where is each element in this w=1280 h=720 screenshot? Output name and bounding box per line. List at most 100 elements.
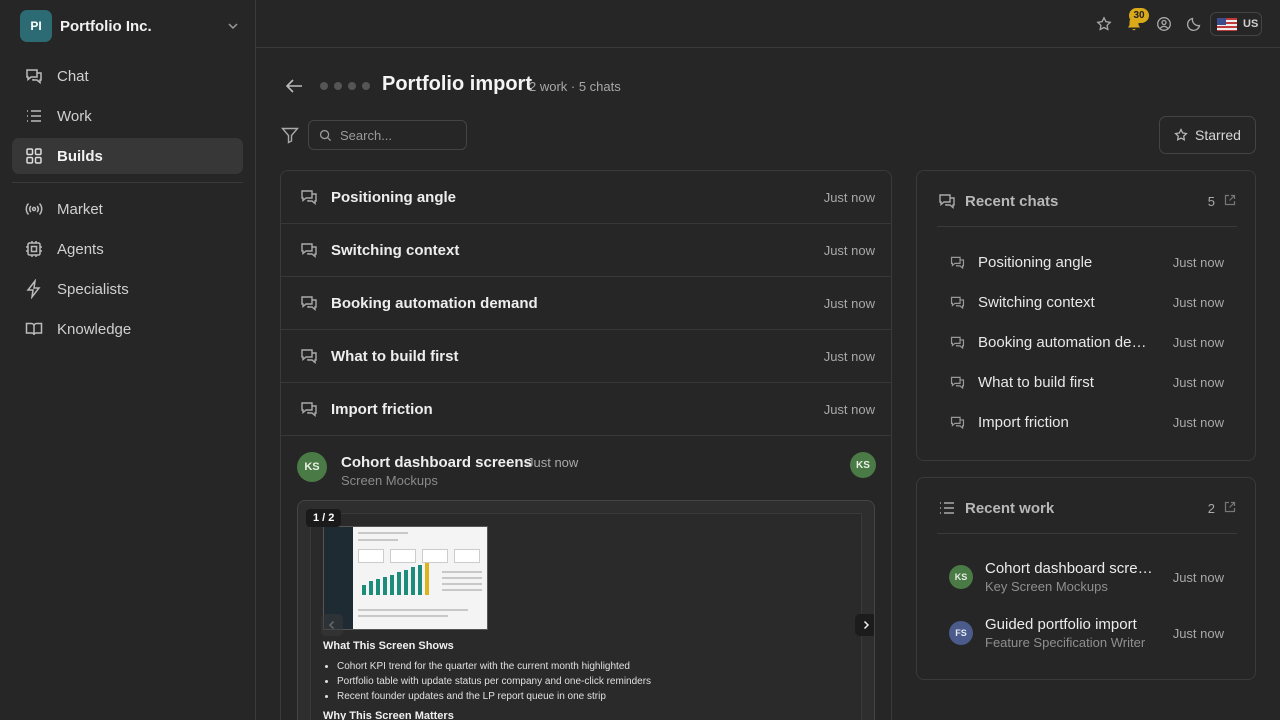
- sidebar-item-label: Knowledge: [57, 320, 132, 338]
- chat-icon: [24, 66, 44, 86]
- chat-time: Just now: [823, 295, 875, 311]
- chat-time: Just now: [823, 348, 875, 364]
- locale-label: US: [1243, 18, 1259, 30]
- chat-icon: [299, 399, 319, 419]
- list-item: Portfolio table with update status per c…: [337, 674, 651, 689]
- list-icon: [940, 502, 954, 514]
- back-arrow-icon[interactable]: [283, 75, 305, 97]
- chat-icon: [950, 256, 965, 269]
- chat-icon: [950, 416, 965, 429]
- chat-title: Booking automation demand: [331, 294, 538, 312]
- recent-chat-time: Just now: [1172, 334, 1224, 350]
- sidebar-divider: [12, 182, 243, 183]
- recent-chat-time: Just now: [1172, 414, 1224, 430]
- external-link-icon[interactable]: [1223, 500, 1237, 514]
- chat-row[interactable]: What to build first Just now: [281, 330, 891, 383]
- org-switcher[interactable]: PI Portfolio Inc.: [20, 10, 242, 42]
- notification-badge: 30: [1129, 8, 1149, 23]
- filter-icon[interactable]: [280, 125, 300, 145]
- breadcrumb-dots: [320, 82, 370, 90]
- chat-row[interactable]: Import friction Just now: [281, 383, 891, 436]
- chat-row[interactable]: Switching context Just now: [281, 224, 891, 277]
- chat-row[interactable]: Positioning angle Just now: [281, 171, 891, 224]
- recent-chats-panel: Recent chats 5 Positioning angle Just no…: [916, 170, 1256, 461]
- external-link-icon[interactable]: [1223, 193, 1237, 207]
- recent-chat-item[interactable]: What to build first Just now: [949, 362, 1224, 402]
- panel-title: Recent chats: [965, 193, 1059, 210]
- preview-prev-button[interactable]: [321, 614, 343, 636]
- list-item: Recent founder updates and the LP report…: [337, 689, 651, 704]
- sidebar-item-label: Chat: [57, 67, 89, 85]
- recent-work-title: Cohort dashboard screens: [985, 560, 1160, 577]
- list-item: Cohort KPI trend for the quarter with th…: [337, 659, 651, 674]
- panel-count: 5: [1207, 194, 1215, 209]
- chat-title: Switching context: [331, 241, 460, 259]
- work-subtitle: Screen Mockups: [341, 473, 438, 488]
- sidebar-item-label: Specialists: [57, 280, 129, 298]
- preview-next-button[interactable]: [855, 614, 874, 636]
- chevron-left-icon: [328, 620, 335, 630]
- list-icon: [24, 106, 44, 126]
- recent-work-item[interactable]: KS Cohort dashboard screens Key Screen M…: [949, 557, 1224, 597]
- chat-title: Positioning angle: [331, 188, 457, 206]
- preview-bullets: Cohort KPI trend for the quarter with th…: [337, 659, 651, 704]
- recent-work-panel: Recent work 2 KS Cohort dashboard screen…: [916, 477, 1256, 680]
- sidebar-item-label: Work: [57, 107, 92, 125]
- sidebar-item-knowledge[interactable]: Knowledge: [12, 311, 243, 347]
- moon-icon[interactable]: [1184, 14, 1204, 34]
- recent-chat-item[interactable]: Switching context Just now: [949, 282, 1224, 322]
- star-icon[interactable]: [1094, 14, 1114, 34]
- recent-work-item[interactable]: FS Guided portfolio import Feature Speci…: [949, 613, 1224, 653]
- recent-work-time: Just now: [1172, 569, 1224, 585]
- chat-icon: [299, 240, 319, 260]
- sidebar-item-specialists[interactable]: Specialists: [12, 271, 243, 307]
- org-name: Portfolio Inc.: [60, 17, 152, 35]
- sidebar-item-agents[interactable]: Agents: [12, 231, 243, 267]
- chat-time: Just now: [823, 189, 875, 205]
- broadcast-icon: [24, 199, 44, 219]
- search-icon: [319, 129, 332, 141]
- work-title: Cohort dashboard screens: [341, 454, 532, 471]
- preview-heading: What This Screen Shows: [323, 640, 454, 652]
- recent-chat-item[interactable]: Positioning angle Just now: [949, 242, 1224, 282]
- search-input[interactable]: [340, 127, 450, 143]
- recent-chat-item[interactable]: Import friction Just now: [949, 402, 1224, 442]
- sidebar-item-work[interactable]: Work: [12, 98, 243, 134]
- sidebar-item-label: Builds: [57, 147, 103, 165]
- us-flag-icon: [1217, 17, 1237, 31]
- chat-time: Just now: [823, 242, 875, 258]
- sidebar-item-builds[interactable]: Builds: [12, 138, 243, 174]
- org-logo: PI: [20, 10, 52, 42]
- sidebar-item-chat[interactable]: Chat: [12, 58, 243, 94]
- panel-title: Recent work: [965, 500, 1055, 517]
- search-box[interactable]: [308, 120, 467, 150]
- star-icon: [1174, 128, 1188, 141]
- recent-work-subtitle: Key Screen Mockups: [985, 579, 1108, 594]
- chat-title: What to build first: [331, 347, 459, 365]
- sidebar-item-market[interactable]: Market: [12, 191, 243, 227]
- locale-selector[interactable]: US: [1210, 12, 1262, 36]
- page-title: Portfolio import: [382, 73, 532, 95]
- page-counter: 1 / 2: [306, 509, 342, 527]
- recent-chat-time: Just now: [1172, 254, 1224, 270]
- chat-icon: [299, 293, 319, 313]
- dashboard-thumbnail: [323, 526, 488, 630]
- document-preview[interactable]: 1 / 2 What This Screen Shows • Cohort KP…: [297, 500, 875, 720]
- chat-icon: [950, 336, 965, 349]
- recent-work-subtitle: Feature Specification Writer: [985, 635, 1146, 650]
- chevron-down-icon: [228, 23, 238, 30]
- sidebar-item-label: Agents: [57, 240, 104, 258]
- recent-work-time: Just now: [1172, 625, 1224, 641]
- avatar: FS: [949, 621, 973, 645]
- work-item[interactable]: KS Cohort dashboard screens Just now Scr…: [281, 436, 891, 720]
- avatar: KS: [297, 452, 327, 482]
- recent-chat-item[interactable]: Booking automation demand Just now: [949, 322, 1224, 362]
- recent-chat-title: Positioning angle: [978, 253, 1093, 271]
- chat-icon: [939, 194, 955, 209]
- user-circle-icon[interactable]: [1154, 14, 1174, 34]
- chat-row[interactable]: Booking automation demand Just now: [281, 277, 891, 330]
- page-meta: 2 work · 5 chats: [529, 79, 621, 94]
- recent-chat-title: Switching context: [978, 293, 1095, 311]
- recent-chat-time: Just now: [1172, 294, 1224, 310]
- starred-button[interactable]: Starred: [1159, 116, 1256, 154]
